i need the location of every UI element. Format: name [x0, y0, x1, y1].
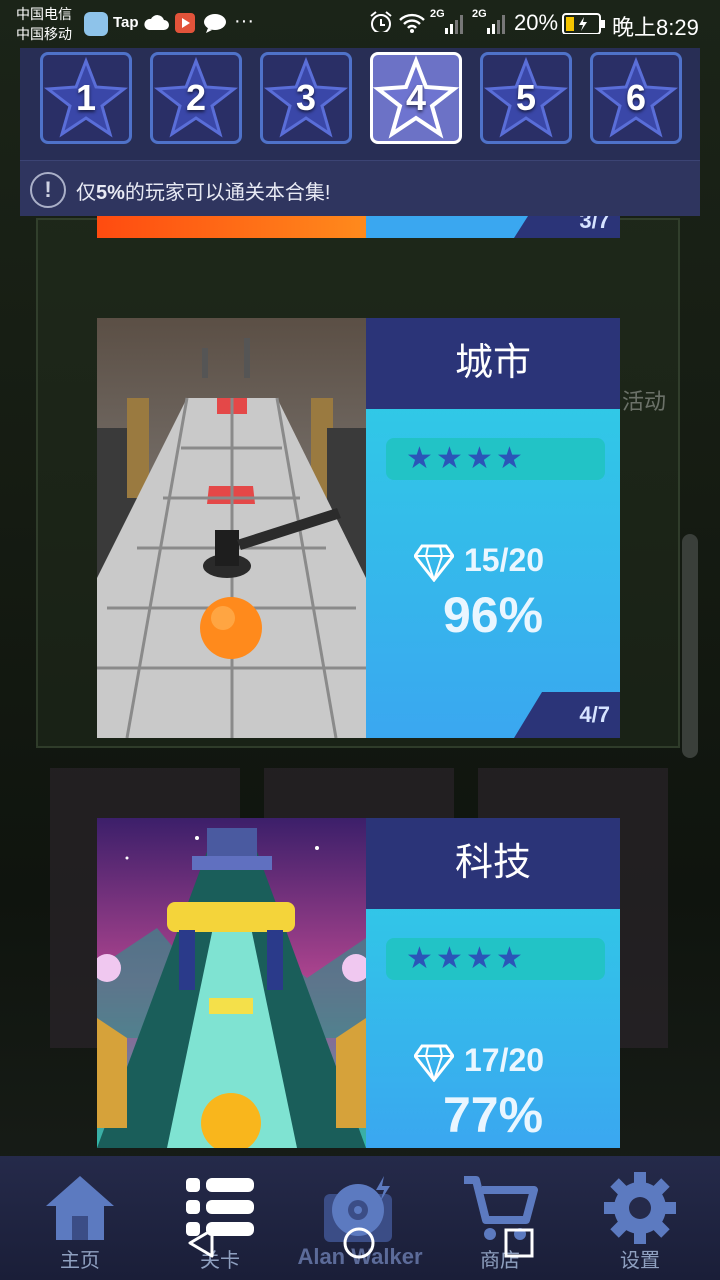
star-icon: ★: [466, 942, 493, 975]
star-icon: ★: [406, 442, 433, 475]
battery-percent: 20%: [514, 10, 559, 35]
star-icon: ★: [496, 942, 523, 975]
level-tab-3[interactable]: 3: [260, 52, 352, 144]
level-title: 科技: [366, 818, 620, 909]
level-tab-label: 1: [75, 77, 97, 118]
level-tab-label: 6: [625, 77, 647, 118]
nav-levels[interactable]: 关卡: [148, 1156, 292, 1280]
battery-icon: [562, 13, 605, 34]
city-level-info: 城市 ★ ★ ★ ★ 15/20 96% 4/7: [366, 318, 620, 738]
alarm-icon: [370, 11, 392, 32]
level-tab-label: 3: [295, 77, 317, 118]
level-tab-label: 2: [185, 77, 207, 118]
carrier-1: 中国电信: [16, 6, 72, 22]
notice-highlight: 5%: [96, 182, 125, 204]
home-icon: [46, 1176, 114, 1240]
nav-label: 设置: [620, 1250, 660, 1272]
previous-card-image: [97, 216, 366, 238]
level-title: 城市: [366, 318, 620, 409]
star-rating: ★ ★ ★ ★: [386, 938, 605, 980]
notice-prefix: 仅: [76, 182, 96, 204]
diamond-icon: [414, 544, 454, 582]
nav-label: 商店: [480, 1250, 520, 1272]
signal-icon: [445, 15, 463, 34]
completion-percent: 77%: [442, 1087, 544, 1143]
notice-suffix: 的玩家可以通关本合集!: [124, 182, 331, 204]
background-event-text: 活动: [622, 389, 667, 414]
level-tab-1[interactable]: 1: [40, 52, 132, 144]
level-card-city[interactable]: 城市 ★ ★ ★ ★ 15/20 96% 4/7: [97, 318, 620, 738]
nav-shop[interactable]: 商店: [428, 1156, 572, 1280]
system-home-icon[interactable]: [342, 1226, 376, 1260]
wifi-icon: [399, 13, 425, 33]
level-tab-5[interactable]: 5: [480, 52, 572, 144]
nav-home[interactable]: 主页: [8, 1156, 152, 1280]
nav-alan-walker[interactable]: Alan Walker: [288, 1156, 432, 1280]
status-bar: 中国电信 中国移动 Tap ··· 2G 2G 20% 晚上8:29: [0, 0, 720, 48]
level-index: 4/7: [579, 702, 610, 727]
cloud-icon: [144, 15, 169, 30]
level-tab-label: 5: [515, 77, 537, 118]
more-notifications: ···: [234, 10, 254, 32]
nav-label: 关卡: [200, 1250, 240, 1272]
completion-percent: 96%: [442, 587, 544, 643]
nav-label: 主页: [60, 1250, 100, 1272]
tech-level-info: 科技 ★ ★ ★ ★ 17/20 77%: [366, 818, 620, 1148]
exclamation-icon: !: [30, 172, 66, 208]
city-level-preview: [97, 318, 366, 738]
diamond-icon: [414, 1044, 454, 1082]
star-rating: ★ ★ ★ ★: [386, 438, 605, 480]
previous-card-sliver[interactable]: 3/7: [97, 208, 620, 238]
scrollbar[interactable]: [682, 534, 698, 758]
signal-icon: [487, 15, 505, 34]
diamond-count: 17/20: [464, 1042, 545, 1078]
level-tab-2[interactable]: 2: [150, 52, 242, 144]
star-icon: ★: [496, 442, 523, 475]
star-icon: ★: [436, 442, 463, 475]
video-app-icon: [175, 13, 195, 33]
level-tab-label: 4: [405, 77, 427, 118]
star-icon: ★: [406, 942, 433, 975]
chat-icon: [204, 14, 226, 33]
star-icon: ★: [436, 942, 463, 975]
level-tab-bar: 1 2 3 4 5 6: [20, 48, 700, 160]
clock: 晚上8:29: [612, 15, 699, 40]
carrier-2: 中国移动: [16, 26, 72, 42]
system-recents-icon[interactable]: [502, 1226, 536, 1260]
diamond-count: 15/20: [464, 542, 545, 578]
star-icon: ★: [466, 442, 493, 475]
level-card-tech[interactable]: 科技 ★ ★ ★ ★ 17/20 77%: [97, 818, 620, 1148]
notice-text: 仅5%的玩家可以通关本合集!: [76, 176, 330, 205]
level-index-badge: 4/7: [514, 692, 620, 738]
nav-settings[interactable]: 设置: [568, 1156, 712, 1280]
carrier-info: 中国电信 中国移动: [16, 4, 72, 44]
completion-notice: ! 仅5%的玩家可以通关本合集!: [20, 160, 700, 216]
level-tab-4[interactable]: 4: [370, 52, 462, 144]
system-back-icon[interactable]: [184, 1226, 218, 1260]
tap-app-icon: [84, 12, 108, 36]
gear-icon: [604, 1172, 676, 1244]
level-tab-6[interactable]: 6: [590, 52, 682, 144]
tech-level-preview: [97, 818, 366, 1148]
bottom-navigation: 主页 关卡 Alan Walker 商店 设置: [0, 1156, 720, 1280]
tap-label: Tap: [113, 14, 139, 31]
